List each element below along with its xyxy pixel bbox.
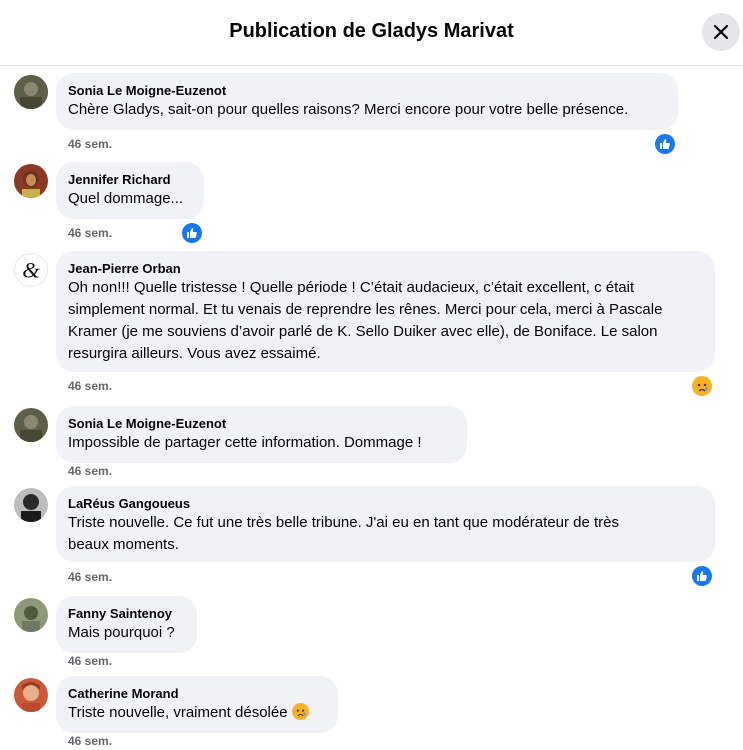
- comment-bubble: Jennifer Richard Quel dommage...: [56, 162, 204, 219]
- comment-author[interactable]: Sonia Le Moigne-Euzenot: [68, 415, 455, 432]
- comment: Catherine Morand Triste nouvelle, vraime…: [0, 676, 743, 750]
- comment-bubble: Sonia Le Moigne-Euzenot Impossible de pa…: [56, 406, 467, 463]
- comment-author[interactable]: Jean-Pierre Orban: [68, 260, 703, 277]
- comment: LaRéus Gangoueus Triste nouvelle. Ce fut…: [0, 486, 743, 591]
- comment: & Jean-Pierre Orban Oh non!!! Quelle tri…: [0, 251, 743, 401]
- avatar[interactable]: [14, 408, 48, 442]
- avatar[interactable]: [14, 164, 48, 198]
- comment: Sonia Le Moigne-Euzenot Impossible de pa…: [0, 406, 743, 481]
- comment-time[interactable]: 46 sem.: [68, 464, 112, 478]
- comment-text: Quel dommage...: [68, 190, 184, 207]
- crying-face-emoji-icon: [291, 703, 309, 720]
- comment-author[interactable]: Sonia Le Moigne-Euzenot: [68, 82, 666, 99]
- avatar[interactable]: [14, 678, 48, 712]
- comment: Sonia Le Moigne-Euzenot Chère Gladys, sa…: [0, 73, 743, 154]
- comment-author[interactable]: Jennifer Richard: [68, 171, 192, 188]
- close-button[interactable]: [702, 13, 740, 51]
- comment: Jennifer Richard Quel dommage... 46 sem.: [0, 162, 743, 243]
- comment-text-content: Triste nouvelle, vraiment désolée: [68, 704, 288, 721]
- comment-time[interactable]: 46 sem.: [68, 137, 112, 151]
- comment-text-line: simplement normal. Et tu venais de repre…: [68, 301, 663, 318]
- like-reaction-icon[interactable]: [692, 566, 712, 586]
- comment-text: Mais pourquoi ?: [68, 624, 175, 641]
- comment-text-line: Oh non!!! Quelle tristesse ! Quelle péri…: [68, 279, 635, 296]
- comment-author[interactable]: Fanny Saintenoy: [68, 605, 185, 622]
- comment-time[interactable]: 46 sem.: [68, 570, 112, 584]
- dialog-header: Publication de Gladys Marivat: [0, 0, 743, 66]
- comment-text-line: Triste nouvelle. Ce fut une très belle t…: [68, 514, 619, 531]
- sad-reaction-icon[interactable]: [692, 376, 712, 396]
- close-icon: [713, 24, 729, 40]
- avatar[interactable]: [14, 75, 48, 109]
- comment: Fanny Saintenoy Mais pourquoi ? 46 sem.: [0, 596, 743, 671]
- like-reaction-icon[interactable]: [182, 223, 202, 243]
- comment-author[interactable]: Catherine Morand: [68, 685, 326, 702]
- comment-time[interactable]: 46 sem.: [68, 379, 112, 393]
- comment-bubble: Fanny Saintenoy Mais pourquoi ?: [56, 596, 197, 653]
- comment-author[interactable]: LaRéus Gangoueus: [68, 495, 703, 512]
- comment-text-line: Kramer (je me souviens d’avoir parlé de …: [68, 323, 658, 340]
- like-reaction-icon[interactable]: [655, 134, 675, 154]
- comment-time[interactable]: 46 sem.: [68, 734, 112, 748]
- comment-text: Impossible de partager cette information…: [68, 434, 422, 451]
- comment-time[interactable]: 46 sem.: [68, 226, 112, 240]
- comment-bubble: Jean-Pierre Orban Oh non!!! Quelle trist…: [56, 251, 715, 372]
- avatar[interactable]: [14, 598, 48, 632]
- comment-time[interactable]: 46 sem.: [68, 654, 112, 668]
- svg-text:&: &: [22, 258, 40, 283]
- comment-text-line: resurgira ailleurs. Vous avez essaimé.: [68, 345, 321, 362]
- comment-bubble: Sonia Le Moigne-Euzenot Chère Gladys, sa…: [56, 73, 678, 130]
- comment-text: Triste nouvelle, vraiment désolée: [68, 702, 326, 724]
- avatar[interactable]: &: [14, 253, 48, 287]
- comment-text-line: beaux moments.: [68, 536, 179, 553]
- comment-bubble: LaRéus Gangoueus Triste nouvelle. Ce fut…: [56, 486, 715, 562]
- comment-bubble: Catherine Morand Triste nouvelle, vraime…: [56, 676, 338, 733]
- comment-text: Chère Gladys, sait-on pour quelles raiso…: [68, 101, 629, 118]
- dialog-title: Publication de Gladys Marivat: [229, 20, 514, 42]
- avatar[interactable]: [14, 488, 48, 522]
